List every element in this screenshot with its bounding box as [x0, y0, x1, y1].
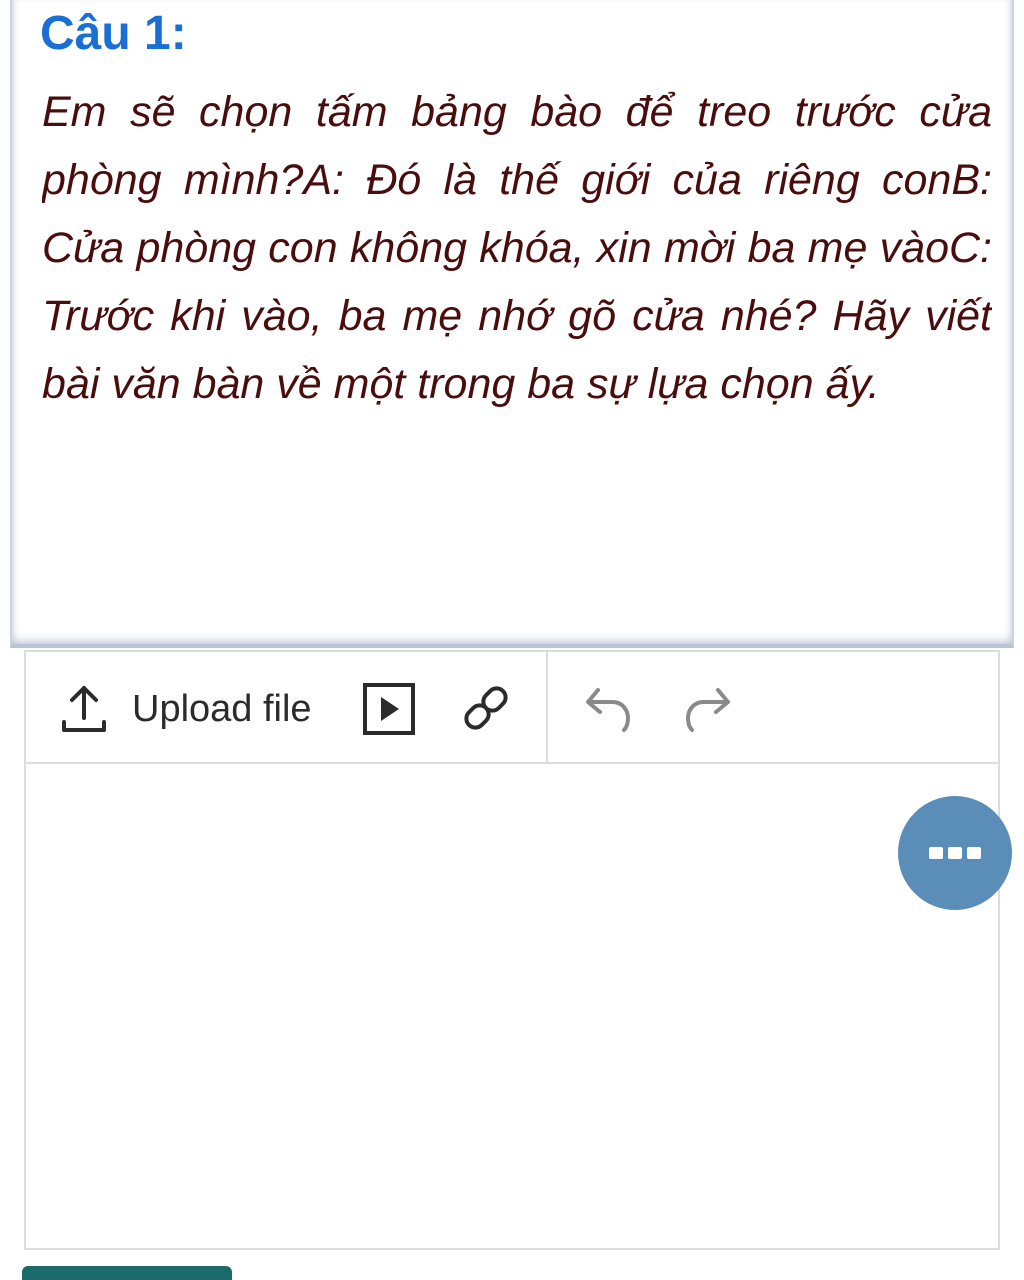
link-icon[interactable] [458, 680, 514, 736]
question-title: Câu 1: [40, 7, 187, 60]
question-card: Câu 1: Em sẽ chọn tấm bảng bào để treo t… [10, 0, 1014, 648]
video-play-icon[interactable] [362, 682, 416, 736]
more-options-button[interactable] [898, 796, 1012, 910]
undo-icon[interactable] [582, 682, 636, 736]
answer-editor[interactable]: Upload file [24, 650, 1012, 1250]
upload-file-button[interactable]: Upload file [60, 682, 312, 736]
upload-file-label: Upload file [132, 687, 312, 730]
redo-icon[interactable] [680, 682, 734, 736]
more-icon [929, 847, 981, 859]
question-text: Em sẽ chọn tấm bảng bào để treo trước cử… [42, 88, 992, 408]
editor-toolbar: Upload file [26, 652, 998, 764]
submit-button[interactable] [22, 1266, 232, 1280]
toolbar-divider [546, 652, 548, 762]
page: Câu 1: Em sẽ chọn tấm bảng bào để treo t… [0, 0, 1024, 1280]
upload-icon [62, 686, 106, 732]
